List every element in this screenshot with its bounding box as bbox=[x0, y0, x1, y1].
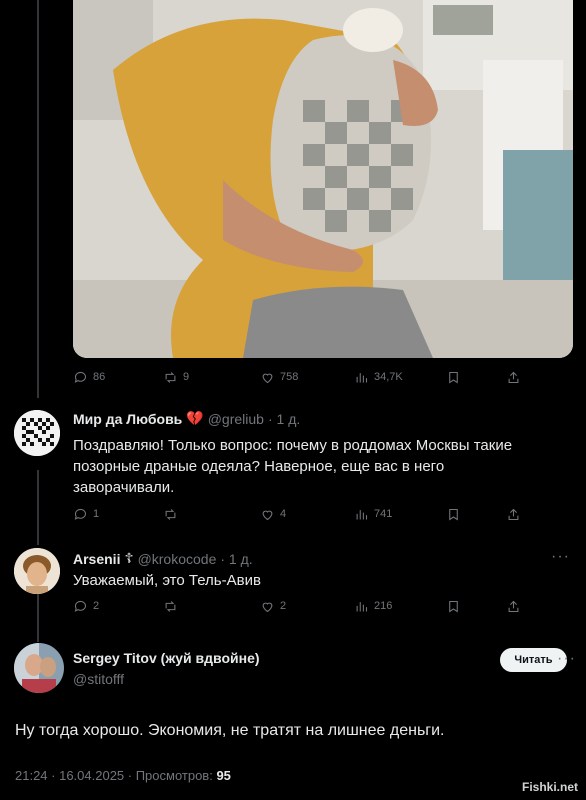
reply-count: 1 bbox=[93, 508, 100, 520]
share-icon bbox=[508, 600, 519, 612]
author-handle[interactable]: @stitofff bbox=[73, 671, 124, 687]
views-count: 741 bbox=[374, 508, 393, 520]
reply-header: Arsenii ☦ @krokocode · 1 д. bbox=[73, 550, 253, 567]
reply-icon bbox=[74, 508, 87, 520]
bookmark-icon bbox=[449, 371, 458, 383]
views-icon bbox=[356, 601, 368, 611]
repost-icon bbox=[165, 600, 176, 612]
views-button[interactable]: 34,7K bbox=[354, 367, 403, 387]
repost-button[interactable] bbox=[163, 504, 178, 524]
reply-time[interactable]: · 1 д. bbox=[220, 551, 252, 567]
bookmark-button[interactable] bbox=[446, 367, 461, 387]
views-count: 216 bbox=[374, 600, 393, 612]
repost-icon bbox=[165, 508, 176, 520]
like-count: 4 bbox=[280, 508, 287, 520]
bookmark-button[interactable] bbox=[446, 504, 461, 524]
reply-button[interactable]: 86 bbox=[73, 367, 105, 387]
repost-button[interactable]: 9 bbox=[163, 367, 189, 387]
reply-author-handle[interactable]: @greliub bbox=[208, 411, 264, 427]
like-button[interactable]: 2 bbox=[260, 596, 286, 616]
avatar[interactable] bbox=[14, 548, 60, 594]
reply-text: Уважаемый, это Тель-Авив bbox=[73, 572, 261, 589]
bookmark-icon bbox=[449, 508, 458, 520]
share-button[interactable] bbox=[506, 596, 521, 616]
reply-button[interactable]: 1 bbox=[73, 504, 99, 524]
author-name[interactable]: Sergey Titov (жуй вдвойне) bbox=[73, 650, 260, 666]
share-button[interactable] bbox=[506, 367, 521, 387]
reply-author-name[interactable]: Arsenii bbox=[73, 551, 120, 567]
heart-icon bbox=[262, 602, 273, 612]
bookmark-button[interactable] bbox=[446, 596, 461, 616]
reply-text: Поздравляю! Только вопрос: почему в родд… bbox=[73, 437, 513, 496]
photo-action-bar: 86 9 758 34,7K bbox=[73, 367, 533, 387]
heart-icon bbox=[262, 510, 273, 520]
more-options-icon[interactable]: ··· bbox=[551, 548, 570, 566]
views-icon bbox=[356, 372, 368, 382]
tweet-text: Ну тогда хорошо. Экономия, не тратят на … bbox=[15, 722, 445, 739]
share-icon bbox=[508, 371, 519, 383]
reply-icon bbox=[74, 371, 87, 383]
broken-heart-emoji: 💔 bbox=[186, 410, 204, 426]
share-button[interactable] bbox=[506, 504, 521, 524]
like-button[interactable]: 758 bbox=[260, 367, 298, 387]
tweet-meta: 21:24 · 16.04.2025 · Просмотров: 95 bbox=[15, 768, 231, 783]
repost-button[interactable] bbox=[163, 596, 178, 616]
reply-count: 86 bbox=[93, 371, 106, 383]
views-button[interactable]: 741 bbox=[354, 504, 392, 524]
views-icon bbox=[356, 509, 368, 519]
share-icon bbox=[508, 508, 519, 520]
reply-author-name[interactable]: Мир да Любовь bbox=[73, 411, 182, 427]
like-count: 2 bbox=[280, 600, 287, 612]
like-button[interactable]: 4 bbox=[260, 504, 286, 524]
repost-icon bbox=[165, 371, 176, 383]
views-button[interactable]: 216 bbox=[354, 596, 392, 616]
heart-icon bbox=[262, 373, 273, 383]
more-options-icon[interactable]: ··· bbox=[557, 650, 576, 668]
avatar[interactable] bbox=[14, 643, 64, 693]
reply-time[interactable]: · 1 д. bbox=[268, 411, 300, 427]
reply-icon bbox=[74, 600, 87, 612]
thread-line bbox=[37, 0, 39, 398]
tweet-photo[interactable] bbox=[73, 0, 573, 358]
bookmark-icon bbox=[449, 600, 458, 612]
tweet-timestamp[interactable]: 21:24 · 16.04.2025 · Просмотров: bbox=[15, 768, 216, 783]
reply-action-bar: 1 4 741 bbox=[73, 504, 533, 524]
watermark: Fishki.net bbox=[521, 780, 578, 794]
cross-emoji: ☦ bbox=[124, 550, 134, 566]
reply-action-bar: 2 2 216 bbox=[73, 596, 533, 616]
views-count: 34,7K bbox=[374, 371, 403, 383]
like-count: 758 bbox=[280, 371, 299, 383]
repost-count: 9 bbox=[183, 371, 190, 383]
reply-author-handle[interactable]: @krokocode bbox=[138, 551, 217, 567]
avatar[interactable] bbox=[14, 410, 60, 456]
reply-header: Мир да Любовь 💔 @greliub · 1 д. bbox=[73, 410, 300, 427]
reply-count: 2 bbox=[93, 600, 100, 612]
tweet-view-count: 95 bbox=[216, 768, 231, 783]
reply-button[interactable]: 2 bbox=[73, 596, 99, 616]
